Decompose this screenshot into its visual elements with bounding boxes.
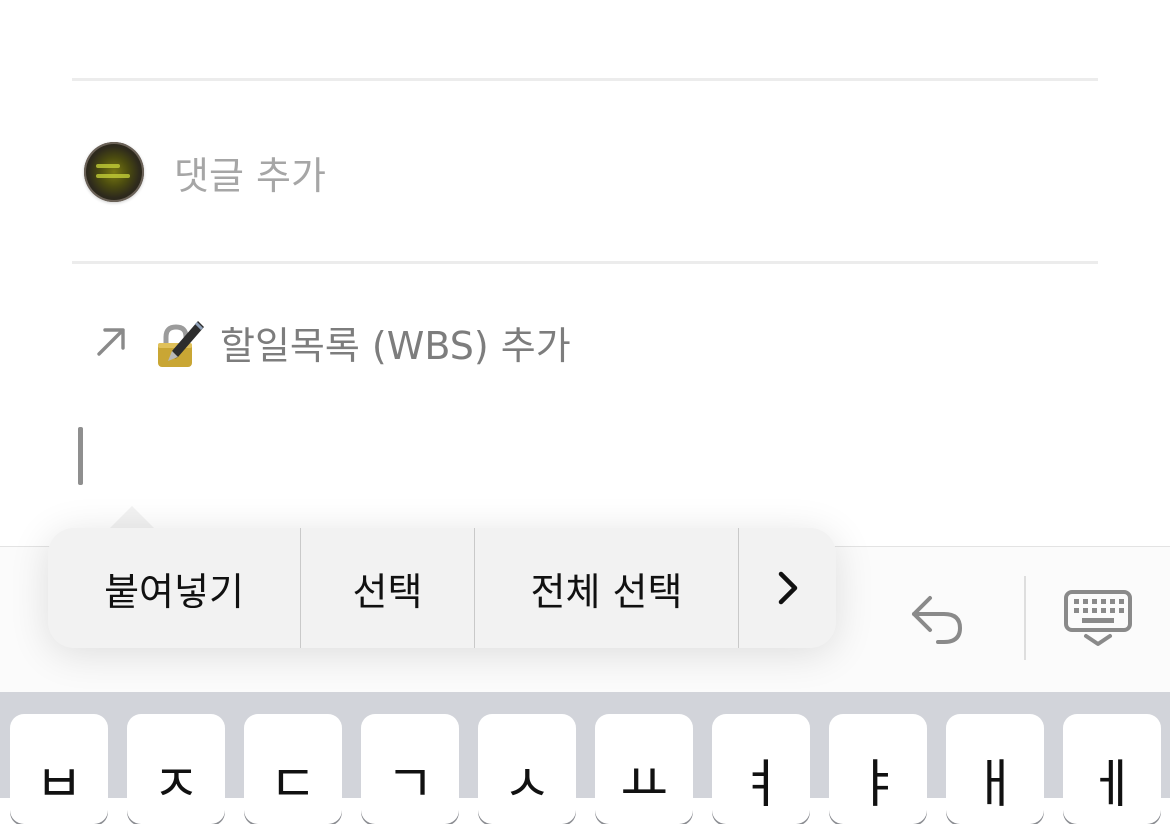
- key-label: ㅅ: [503, 755, 551, 815]
- key-label: ㅂ: [35, 755, 83, 815]
- key-label: ㄷ: [269, 755, 317, 815]
- comment-placeholder[interactable]: 댓글 추가: [174, 145, 326, 200]
- key-label: ㅛ: [620, 755, 668, 815]
- key-label: ㅔ: [1088, 755, 1136, 815]
- more-options-button[interactable]: [739, 528, 836, 648]
- chevron-right-icon: [778, 571, 797, 605]
- page-link-title: 할일목록 (WBS) 추가: [220, 323, 571, 368]
- key[interactable]: ㅐ: [946, 714, 1044, 824]
- key[interactable]: ㅛ: [595, 714, 693, 824]
- key[interactable]: ㅅ: [478, 714, 576, 824]
- paste-button[interactable]: 붙여넣기: [48, 528, 300, 648]
- select-button[interactable]: 선택: [301, 528, 474, 648]
- edit-menu-pointer: [108, 506, 156, 530]
- key-label: ㅐ: [971, 755, 1019, 815]
- text-cursor: [78, 427, 83, 485]
- key[interactable]: ㅕ: [712, 714, 810, 824]
- key-label: ㅈ: [152, 755, 200, 815]
- locked-with-pen-icon: [158, 321, 204, 367]
- keyboard-dismiss-icon[interactable]: [1062, 586, 1134, 650]
- key[interactable]: ㄷ: [244, 714, 342, 824]
- key[interactable]: ㅑ: [829, 714, 927, 824]
- key[interactable]: ㄱ: [361, 714, 459, 824]
- key[interactable]: ㅈ: [127, 714, 225, 824]
- page-link[interactable]: 할일목록 (WBS) 추가: [94, 312, 571, 372]
- add-comment-row[interactable]: 댓글 추가: [84, 142, 326, 202]
- key-label: ㄱ: [386, 755, 434, 815]
- middle-divider: [72, 261, 1098, 264]
- arrow-up-right-icon: [97, 328, 125, 356]
- select-all-button[interactable]: 전체 선택: [475, 528, 738, 648]
- key-label: ㅕ: [737, 755, 785, 815]
- undo-button[interactable]: [904, 586, 968, 650]
- key[interactable]: ㅂ: [10, 714, 108, 824]
- avatar: [84, 142, 144, 202]
- top-divider: [72, 78, 1098, 81]
- key[interactable]: ㅔ: [1063, 714, 1161, 824]
- key-label: ㅑ: [854, 755, 902, 815]
- toolbar-separator: [1024, 576, 1026, 660]
